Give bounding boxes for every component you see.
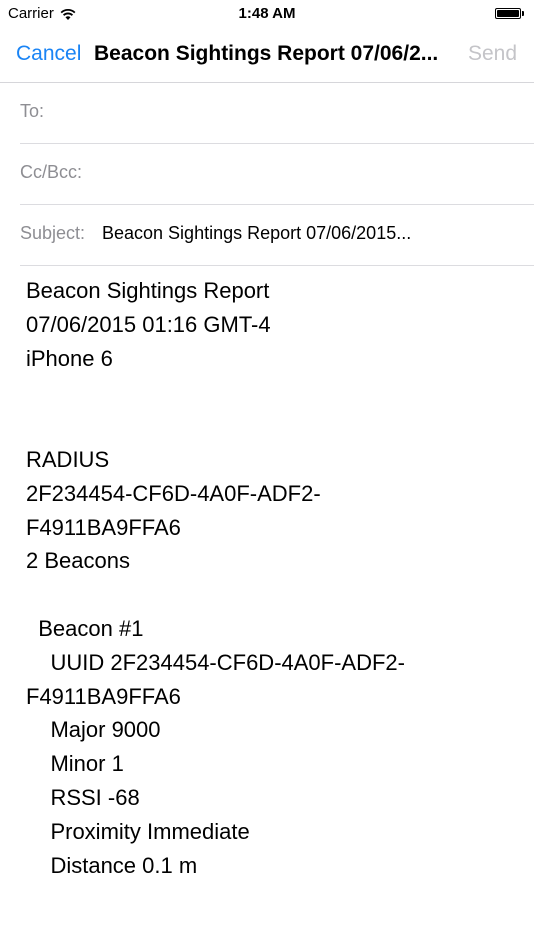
body-line: F4911BA9FFA6 <box>26 683 181 709</box>
body-line: Beacon #1 <box>26 615 144 641</box>
message-body[interactable]: Beacon Sightings Report 07/06/2015 01:16 … <box>26 274 516 882</box>
body-line: iPhone 6 <box>26 345 113 371</box>
subject-field-row[interactable]: Subject: Beacon Sightings Report 07/06/2… <box>20 205 534 266</box>
body-line <box>26 578 516 612</box>
to-input[interactable] <box>110 101 524 123</box>
body-line <box>26 375 516 409</box>
send-button[interactable]: Send <box>468 42 517 66</box>
body-line: Distance 0.1 m <box>26 852 198 878</box>
battery-icon <box>495 7 525 20</box>
body-line: 2 Beacons <box>26 548 130 574</box>
compose-title: Beacon Sightings Report 07/06/2... <box>94 42 439 65</box>
cc-bcc-label: Cc/Bcc: <box>20 162 83 182</box>
body-line: Proximity Immediate <box>26 818 250 844</box>
body-line: F4911BA9FFA6 <box>26 514 181 540</box>
battery-fill <box>497 10 519 17</box>
body-line: 2F234454-CF6D-4A0F-ADF2- <box>26 480 321 506</box>
body-line: Major 9000 <box>26 717 161 743</box>
status-time: 1:48 AM <box>238 5 296 22</box>
body-line: 07/06/2015 01:16 GMT-4 <box>26 311 271 337</box>
subject-label: Subject: <box>20 223 86 243</box>
to-field-row[interactable]: To: <box>20 83 534 144</box>
body-line: Beacon Sightings Report <box>26 278 270 303</box>
cancel-button[interactable]: Cancel <box>16 42 81 66</box>
body-line <box>26 409 516 443</box>
cc-bcc-field-row[interactable]: Cc/Bcc: <box>20 144 534 205</box>
cc-bcc-input[interactable] <box>110 162 524 184</box>
subject-input[interactable]: Beacon Sightings Report 07/06/2015... <box>102 223 452 244</box>
status-bar: Carrier 1:48 AM <box>0 0 534 28</box>
body-line: Minor 1 <box>26 751 124 777</box>
body-line: RADIUS <box>26 446 110 472</box>
body-line: UUID 2F234454-CF6D-4A0F-ADF2- <box>26 649 405 675</box>
compose-navbar: Cancel Beacon Sightings Report 07/06/2..… <box>0 28 534 83</box>
to-label: To: <box>20 101 45 121</box>
body-line: RSSI -68 <box>26 784 140 810</box>
